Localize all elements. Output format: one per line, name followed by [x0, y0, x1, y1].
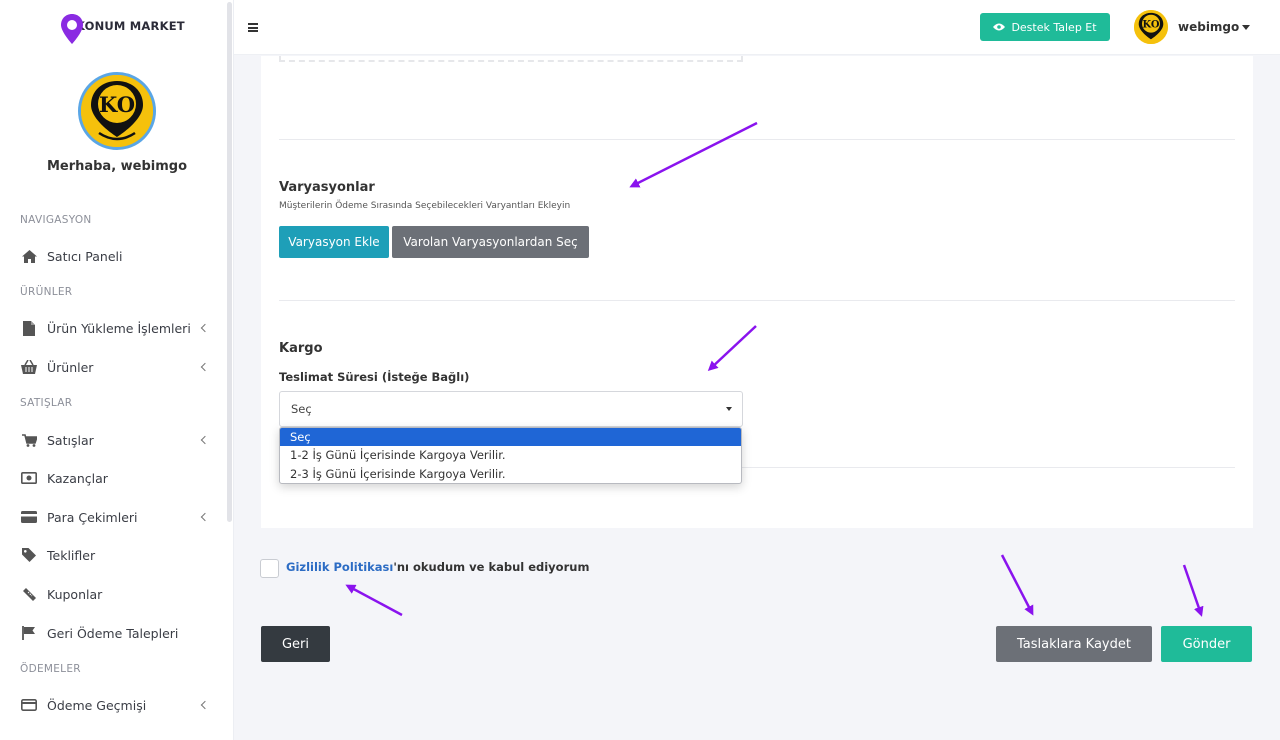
sidebar-item-upload[interactable]: Ürün Yükleme İşlemleri [20, 316, 212, 340]
chevron-left-icon [200, 323, 210, 333]
brand-logo[interactable]: KONUM MARKET [60, 12, 185, 46]
variations-subtitle: Müşterilerin Ödeme Sırasında Seçebilecek… [279, 201, 571, 211]
annotation-arrow [345, 584, 403, 617]
delivery-time-options: Seç 1-2 İş Günü İçerisinde Kargoya Veril… [279, 427, 742, 484]
sidebar-item-withdrawals[interactable]: Para Çekimleri [20, 505, 212, 529]
sidebar-item-label: Ödeme Geçmişi [47, 697, 147, 713]
eye-icon [993, 21, 1006, 34]
sidebar-item-label: Satıcı Paneli [47, 248, 123, 264]
flag-icon [20, 625, 38, 641]
sidebar-item-label: Ürün Yükleme İşlemleri [47, 320, 191, 336]
chevron-left-icon [200, 435, 210, 445]
caret-down-icon [726, 407, 732, 411]
support-request-label: Destek Talep Et [1011, 20, 1097, 34]
basket-icon [20, 359, 38, 375]
shipping-title: Kargo [279, 341, 323, 356]
section-payments: ÖDEMELER [20, 663, 81, 675]
delivery-time-select[interactable]: Seç [279, 391, 743, 427]
section-navigation: NAVIGASYON [20, 214, 92, 226]
privacy-policy-rest: 'nı okudum ve kabul ediyorum [393, 560, 590, 574]
chevron-left-icon [200, 700, 210, 710]
sidebar-item-label: Kazançlar [47, 470, 108, 486]
upload-dropzone[interactable] [279, 56, 743, 62]
save-draft-button[interactable]: Taslaklara Kaydet [996, 626, 1152, 662]
user-name: webimgo [1178, 20, 1240, 34]
back-button[interactable]: Geri [261, 626, 330, 662]
file-icon [20, 320, 38, 336]
dropdown-option[interactable]: Seç [280, 428, 741, 447]
menu-toggle-icon[interactable] [248, 23, 258, 32]
chevron-left-icon [200, 512, 210, 522]
sidebar-item-label: Para Çekimleri [47, 509, 138, 525]
chevron-left-icon [200, 362, 210, 372]
location-pin-icon [60, 13, 84, 45]
sidebar-item-dashboard[interactable]: Satıcı Paneli [20, 244, 212, 268]
add-variation-button[interactable]: Varyasyon Ekle [279, 226, 389, 258]
avatar-text: KO [99, 92, 135, 117]
sidebar-item-offers[interactable]: Teklifler [20, 543, 212, 567]
caret-down-icon [1242, 24, 1251, 30]
sidebar-item-label: Geri Ödeme Talepleri [47, 625, 179, 641]
avatar-text: KO [1143, 19, 1160, 30]
avatar[interactable]: KO [78, 72, 156, 150]
tag-icon [20, 547, 38, 563]
home-icon [20, 248, 38, 264]
privacy-policy-checkbox[interactable] [260, 559, 279, 578]
divider [279, 300, 1235, 301]
privacy-policy-link[interactable]: Gizlilik Politikası [286, 560, 393, 574]
sidebar: KONUM MARKET KO Merhaba, webimgo NAVIGAS… [0, 0, 234, 740]
annotation-arrow [1000, 554, 1034, 616]
sidebar-item-sales[interactable]: Satışlar [20, 428, 212, 452]
greeting-text: Merhaba, webimgo [46, 159, 188, 174]
user-menu[interactable]: KO webimgo [1134, 10, 1251, 44]
annotation-arrow [1182, 564, 1204, 617]
divider [279, 139, 1235, 140]
dropdown-option[interactable]: 1-2 İş Günü İçerisinde Kargoya Verilir. [280, 446, 741, 464]
ticket-icon [20, 586, 38, 602]
sidebar-item-payment-history[interactable]: Ödeme Geçmişi [20, 693, 212, 717]
delivery-time-label: Teslimat Süresi (İsteğe Bağlı) [279, 370, 470, 384]
credit-card-icon [20, 697, 38, 713]
privacy-policy-text: Gizlilik Politikası'nı okudum ve kabul e… [286, 560, 589, 574]
section-products: ÜRÜNLER [20, 286, 73, 298]
dropdown-option[interactable]: 2-3 İş Günü İçerisinde Kargoya Verilir. [280, 465, 741, 483]
sidebar-item-earnings[interactable]: Kazançlar [20, 466, 212, 490]
sidebar-item-label: Teklifler [47, 547, 96, 563]
credit-card-icon [20, 509, 38, 525]
avatar: KO [1134, 10, 1168, 44]
support-request-button[interactable]: Destek Talep Et [980, 13, 1110, 41]
sidebar-item-label: Ürünler [47, 359, 94, 375]
section-sales: SATIŞLAR [20, 397, 73, 409]
variations-title: Varyasyonlar [279, 180, 375, 195]
money-icon [20, 470, 38, 486]
delivery-time-selected: Seç [291, 402, 312, 416]
cart-icon [20, 432, 38, 448]
top-header: Destek Talep Et KO webimgo [234, 0, 1280, 55]
sidebar-item-label: Kuponlar [47, 586, 103, 602]
sidebar-item-refunds[interactable]: Geri Ödeme Talepleri [20, 621, 212, 645]
brand-name: KONUM MARKET [76, 19, 185, 33]
submit-button[interactable]: Gönder [1161, 626, 1252, 662]
sidebar-item-products[interactable]: Ürünler [20, 355, 212, 379]
choose-existing-variation-button[interactable]: Varolan Varyasyonlardan Seç [392, 226, 589, 258]
sidebar-item-label: Satışlar [47, 432, 94, 448]
sidebar-scrollbar[interactable] [227, 2, 232, 522]
sidebar-item-coupons[interactable]: Kuponlar [20, 582, 212, 606]
